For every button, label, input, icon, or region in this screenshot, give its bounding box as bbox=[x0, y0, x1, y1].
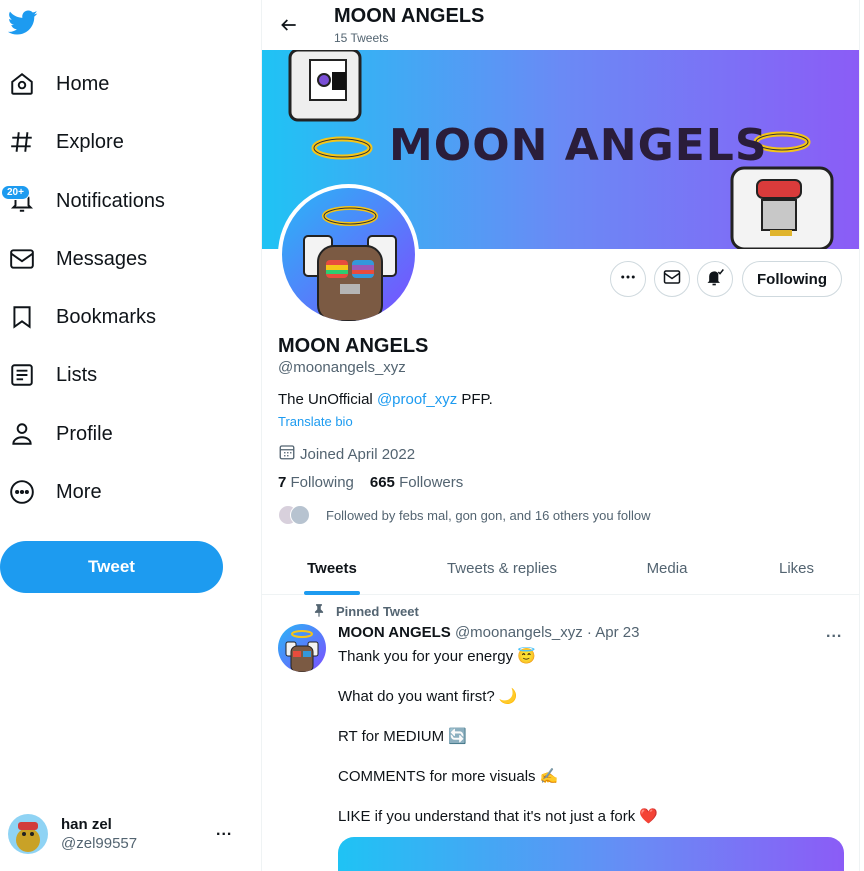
bio-text: PFP. bbox=[457, 391, 493, 408]
bookmark-icon bbox=[0, 295, 44, 339]
sidebar-item-label: Profile bbox=[56, 422, 113, 445]
profile-tabs: Tweets Tweets & replies Media Likes bbox=[262, 542, 859, 595]
avatar bbox=[8, 814, 48, 854]
pin-icon bbox=[312, 603, 336, 620]
joined-date: Joined April 2022 bbox=[278, 443, 415, 465]
followers-link[interactable]: 665 Followers bbox=[370, 474, 463, 491]
profile-avatar[interactable] bbox=[278, 184, 419, 325]
home-icon bbox=[0, 62, 44, 106]
sidebar-item-explore[interactable]: Explore bbox=[0, 120, 124, 164]
more-circle-icon bbox=[0, 470, 44, 514]
tab-likes[interactable]: Likes bbox=[732, 542, 859, 595]
tweet-more-icon[interactable]: ... bbox=[826, 624, 842, 642]
followed-by[interactable]: Followed by febs mal, gon gon, and 16 ot… bbox=[278, 505, 650, 525]
followed-by-text: Followed by febs mal, gon gon, and 16 ot… bbox=[326, 507, 651, 523]
bell-check-icon bbox=[705, 267, 725, 292]
notification-badge: 20+ bbox=[1, 185, 30, 200]
person-icon bbox=[0, 412, 44, 456]
more-horizontal-icon bbox=[619, 268, 637, 291]
sidebar-item-profile[interactable]: Profile bbox=[0, 412, 113, 456]
sidebar-item-label: Explore bbox=[56, 130, 124, 153]
following-button[interactable]: Following bbox=[742, 261, 842, 297]
tab-tweets[interactable]: Tweets bbox=[262, 542, 402, 595]
active-tab-indicator bbox=[304, 591, 360, 595]
translate-bio-link[interactable]: Translate bio bbox=[278, 414, 353, 429]
tweet-button[interactable]: Tweet bbox=[0, 541, 223, 593]
bell-icon: 20+ bbox=[0, 179, 44, 223]
notifications-toggle-button[interactable] bbox=[697, 261, 733, 297]
envelope-icon bbox=[0, 237, 44, 281]
tweet-text-line: What do you want first? 🌙 bbox=[338, 688, 518, 705]
tweet-header: MOON ANGELS @moonangels_xyz · Apr 23 bbox=[338, 624, 639, 641]
tab-tweets-replies[interactable]: Tweets & replies bbox=[402, 542, 602, 595]
sidebar: Home Explore 20+ Notifications Messages … bbox=[0, 0, 261, 871]
tweet-text-line: RT for MEDIUM 🔄 bbox=[338, 728, 467, 745]
calendar-icon bbox=[278, 443, 300, 465]
joined-text: Joined April 2022 bbox=[300, 445, 416, 463]
tweet-text-line: Thank you for your energy 😇 bbox=[338, 648, 536, 665]
sidebar-item-lists[interactable]: Lists bbox=[0, 353, 97, 397]
sidebar-item-messages[interactable]: Messages bbox=[0, 237, 147, 281]
sidebar-item-label: Messages bbox=[56, 247, 148, 270]
tweet-author-name[interactable]: MOON ANGELS bbox=[338, 624, 451, 641]
avatar bbox=[290, 505, 310, 525]
tab-media[interactable]: Media bbox=[602, 542, 732, 595]
following-label: Following bbox=[286, 474, 354, 491]
account-switcher[interactable]: han zel @zel99557 ... bbox=[8, 812, 248, 856]
page-title: MOON ANGELS bbox=[334, 5, 485, 27]
pinned-text: Pinned Tweet bbox=[336, 604, 419, 619]
profile-bio: The UnOfficial @proof_xyz PFP. bbox=[278, 391, 493, 408]
sidebar-item-more[interactable]: More bbox=[0, 470, 102, 514]
tweet-text-line: COMMENTS for more visuals ✍ bbox=[338, 768, 559, 785]
back-arrow-icon[interactable] bbox=[274, 10, 304, 40]
sidebar-item-label: Bookmarks bbox=[56, 305, 157, 328]
account-more-icon[interactable]: ... bbox=[216, 822, 232, 840]
followers-count: 665 bbox=[369, 474, 395, 491]
banner-title: MOON ANGELS bbox=[389, 120, 768, 171]
message-button[interactable] bbox=[654, 261, 690, 297]
bio-text: The UnOfficial bbox=[278, 391, 377, 408]
bio-mention-link[interactable]: @proof_xyz bbox=[377, 391, 457, 408]
sidebar-item-home[interactable]: Home bbox=[0, 62, 109, 106]
profile-column: MOON ANGELS 15 Tweets MOON ANGELS Follow… bbox=[261, 0, 860, 871]
more-actions-button[interactable] bbox=[610, 261, 646, 297]
sidebar-item-label: Home bbox=[56, 72, 110, 95]
pinned-tweet[interactable]: Pinned Tweet MOON ANGELS @moonangels_xyz… bbox=[262, 596, 859, 871]
tweet-count: 15 Tweets bbox=[334, 31, 389, 45]
profile-header-bar: MOON ANGELS 15 Tweets bbox=[262, 0, 859, 50]
tweet-handle-date: @moonangels_xyz · Apr 23 bbox=[450, 624, 640, 641]
profile-name: MOON ANGELS bbox=[278, 335, 429, 357]
hashtag-icon bbox=[0, 120, 44, 164]
follow-stats: 7 Following 665 Followers bbox=[278, 474, 463, 491]
tweet-media[interactable] bbox=[338, 837, 844, 871]
tweet-text-line: LIKE if you understand that it's not jus… bbox=[338, 808, 659, 825]
sidebar-item-label: More bbox=[56, 480, 102, 503]
envelope-icon bbox=[663, 268, 681, 291]
followers-label: Followers bbox=[394, 474, 464, 491]
follower-avatars bbox=[278, 505, 314, 525]
sidebar-item-label: Lists bbox=[56, 363, 98, 386]
list-icon bbox=[0, 353, 44, 397]
account-name: han zel bbox=[61, 816, 112, 833]
sidebar-item-label: Notifications bbox=[56, 189, 165, 212]
twitter-bird-icon[interactable] bbox=[7, 10, 38, 38]
account-names: han zel @zel99557 bbox=[61, 816, 137, 852]
sidebar-item-bookmarks[interactable]: Bookmarks bbox=[0, 295, 156, 339]
pinned-label: Pinned Tweet bbox=[312, 603, 419, 620]
following-link[interactable]: 7 Following bbox=[278, 474, 354, 491]
tweet-author-avatar[interactable] bbox=[278, 624, 326, 672]
profile-handle: @moonangels_xyz bbox=[278, 359, 406, 376]
sidebar-item-notifications[interactable]: 20+ Notifications bbox=[0, 179, 165, 223]
account-handle: @zel99557 bbox=[61, 835, 138, 852]
